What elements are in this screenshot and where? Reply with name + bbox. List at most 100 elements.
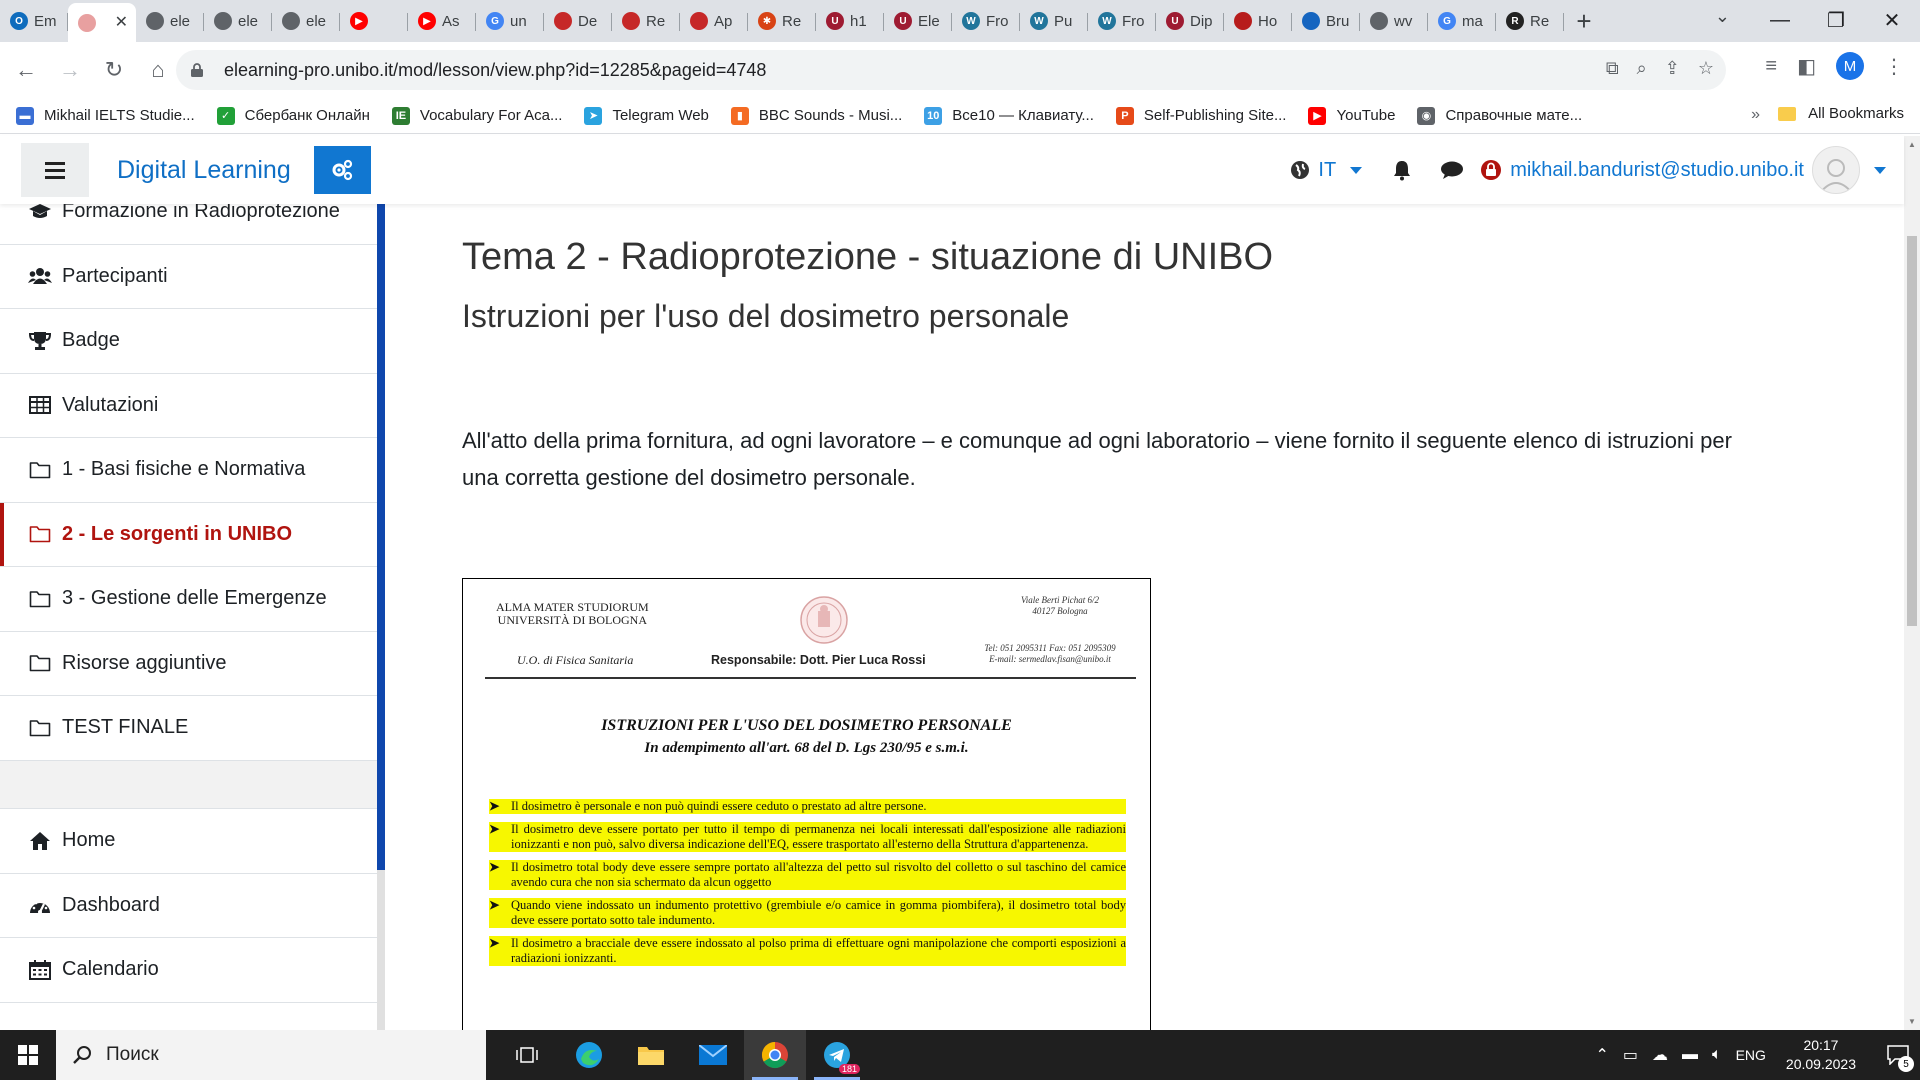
all-bookmarks-button[interactable]: All Bookmarks: [1778, 105, 1904, 122]
bookmark-item[interactable]: ▮ BBC Sounds - Musi...: [730, 106, 902, 125]
site-info-icon[interactable]: [190, 62, 204, 78]
cogs-button[interactable]: [313, 146, 371, 194]
new-tab-button[interactable]: +: [1564, 3, 1604, 39]
browser-tab[interactable]: Ap: [680, 3, 748, 39]
browser-tab[interactable]: ele: [136, 3, 204, 39]
minimize-icon[interactable]: —: [1752, 0, 1808, 40]
user-menu-caret-icon[interactable]: [1874, 166, 1886, 174]
task-view-button[interactable]: [496, 1030, 558, 1080]
reload-icon[interactable]: ↻: [96, 52, 132, 88]
browser-tab[interactable]: U Ele: [884, 3, 952, 39]
volume-icon[interactable]: 🔈︎: [1712, 1046, 1722, 1064]
tab-search-icon[interactable]: ⌄: [1715, 6, 1730, 27]
browser-tab[interactable]: O Em: [0, 3, 68, 39]
close-tab-icon[interactable]: ✕: [115, 12, 128, 32]
drawer-item[interactable]: 1 - Basi fisiche e Normativa: [0, 438, 383, 503]
drawer-item[interactable]: 3 - Gestione delle Emergenze: [0, 567, 383, 632]
drawer-item[interactable]: Calendario: [0, 938, 383, 1003]
forward-icon[interactable]: →: [52, 52, 88, 88]
bookmark-item[interactable]: P Self-Publishing Site...: [1115, 106, 1286, 125]
scrollbar-thumb[interactable]: [1907, 236, 1917, 626]
browser-tab[interactable]: R Re: [1496, 3, 1564, 39]
bookmarks-overflow-icon[interactable]: »: [1751, 106, 1760, 124]
drawer-item[interactable]: Badge: [0, 309, 383, 374]
url-text[interactable]: elearning-pro.unibo.it/mod/lesson/view.p…: [224, 60, 766, 81]
bookmark-item[interactable]: ✓ Сбербанк Онлайн: [216, 106, 370, 125]
drawer-scrollbar[interactable]: [377, 204, 385, 1030]
tab-active[interactable]: ✕: [68, 3, 136, 42]
chrome-taskbar-button[interactable]: [744, 1030, 806, 1080]
share-icon[interactable]: ⇪: [1665, 58, 1680, 79]
browser-tab[interactable]: Gma: [1428, 3, 1496, 39]
browser-tab[interactable]: ✱ Re: [748, 3, 816, 39]
drawer-item-partial[interactable]: [0, 1003, 383, 1031]
user-email[interactable]: mikhail.bandurist@studio.unibo.it: [1510, 159, 1804, 182]
scroll-down-icon[interactable]: ▼: [1908, 1017, 1916, 1026]
translate-icon[interactable]: ⧉: [1606, 58, 1619, 79]
clock-time: 20:17: [1803, 1037, 1839, 1053]
drawer-toggle-button[interactable]: [21, 143, 89, 197]
home-icon[interactable]: ⌂: [140, 52, 176, 88]
input-language[interactable]: ENG: [1736, 1047, 1766, 1063]
start-button[interactable]: [0, 1030, 56, 1080]
drawer-item[interactable]: Valutazioni: [0, 374, 383, 438]
network-icon[interactable]: ▭: [1623, 1045, 1638, 1065]
bookmark-item[interactable]: 10 Все10 — Клавиату...: [924, 106, 1094, 125]
address-bar[interactable]: elearning-pro.unibo.it/mod/lesson/view.p…: [176, 50, 1726, 90]
browser-tab[interactable]: U Dip: [1156, 3, 1224, 39]
browser-tab[interactable]: ele: [204, 3, 272, 39]
chevron-up-icon[interactable]: ⌃: [1595, 1045, 1608, 1065]
drawer-item[interactable]: Dashboard: [0, 874, 383, 938]
drawer-item[interactable]: Risorse aggiuntive: [0, 632, 383, 696]
browser-tab[interactable]: Bru: [1292, 3, 1360, 39]
clock[interactable]: 20:17 20.09.2023: [1786, 1036, 1856, 1074]
browser-tab[interactable]: Uh1: [816, 3, 884, 39]
language-menu[interactable]: IT: [1290, 159, 1363, 182]
menu-kebab-icon[interactable]: ⋮: [1884, 54, 1904, 79]
battery-icon[interactable]: ▬: [1682, 1046, 1698, 1064]
explorer-taskbar-button[interactable]: [620, 1030, 682, 1080]
notification-center-button[interactable]: 5: [1876, 1030, 1920, 1080]
drawer-item[interactable]: TEST FINALE: [0, 696, 383, 761]
telegram-taskbar-button[interactable]: 181: [806, 1030, 868, 1080]
drawer-item[interactable]: Formazione in Radioprotezione: [0, 204, 383, 245]
browser-tab[interactable]: W Fro: [1088, 3, 1156, 39]
drawer-item[interactable]: 2 - Le sorgenti in UNIBO: [0, 502, 383, 567]
browser-tab[interactable]: Ho: [1224, 3, 1292, 39]
bookmark-star-icon[interactable]: ☆: [1698, 58, 1714, 79]
tab-favicon-icon: ▶: [418, 12, 436, 30]
taskbar-search[interactable]: Поиск: [56, 1030, 486, 1080]
profile-avatar[interactable]: M: [1836, 52, 1864, 80]
bookmark-item[interactable]: ◉ Справочные мате...: [1417, 106, 1582, 125]
browser-tab[interactable]: wv: [1360, 3, 1428, 39]
side-panel-icon[interactable]: ◧: [1797, 54, 1816, 79]
close-window-icon[interactable]: ✕: [1864, 0, 1920, 40]
messages-icon[interactable]: [1440, 160, 1464, 180]
bookmark-item[interactable]: IE Vocabulary For Aca...: [391, 106, 562, 125]
scroll-up-icon[interactable]: ▲: [1908, 140, 1916, 149]
restore-icon[interactable]: ❐: [1808, 0, 1864, 40]
reading-list-icon[interactable]: ≡: [1765, 55, 1777, 78]
bookmark-item[interactable]: ▶ YouTube: [1308, 106, 1395, 125]
back-icon[interactable]: ←: [8, 52, 44, 88]
browser-tab[interactable]: De: [544, 3, 612, 39]
drawer-item[interactable]: Home: [0, 809, 383, 874]
page-scrollbar[interactable]: ▲ ▼: [1904, 136, 1920, 1030]
browser-tab[interactable]: W Pu: [1020, 3, 1088, 39]
drawer-item[interactable]: Partecipanti: [0, 245, 383, 309]
edge-taskbar-button[interactable]: [558, 1030, 620, 1080]
bell-icon[interactable]: [1392, 159, 1412, 181]
browser-tab[interactable]: Re: [612, 3, 680, 39]
browser-tab[interactable]: ▶ As: [408, 3, 476, 39]
site-name-link[interactable]: Digital Learning: [117, 156, 291, 185]
bookmark-item[interactable]: ➤ Telegram Web: [584, 106, 709, 125]
bookmark-item[interactable]: ▬ Mikhail IELTS Studie...: [16, 106, 195, 125]
browser-tab[interactable]: ▶: [340, 3, 408, 39]
browser-tab[interactable]: W Fro: [952, 3, 1020, 39]
user-avatar[interactable]: [1812, 146, 1860, 194]
zoom-icon[interactable]: ⌕: [1637, 58, 1647, 79]
browser-tab[interactable]: ele: [272, 3, 340, 39]
onedrive-icon[interactable]: ☁: [1652, 1045, 1668, 1065]
browser-tab[interactable]: Gun: [476, 3, 544, 39]
mail-taskbar-button[interactable]: [682, 1030, 744, 1080]
